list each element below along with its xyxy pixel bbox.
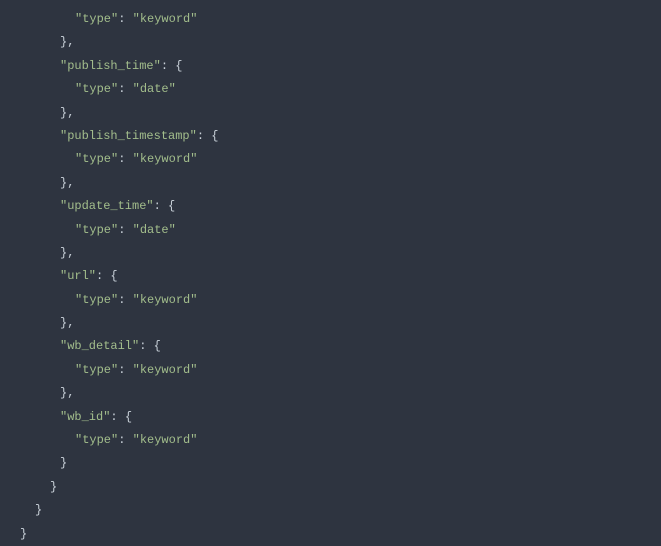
json-punct: }, [60, 246, 74, 260]
code-line: }, [0, 382, 661, 405]
json-punct: : { [139, 339, 161, 353]
json-string: "type" [75, 433, 118, 447]
json-punct: } [50, 480, 57, 494]
json-string: "date" [133, 223, 176, 237]
json-punct: : [118, 12, 132, 26]
code-line: "type": "keyword" [0, 148, 661, 171]
json-punct: : [118, 152, 132, 166]
json-string: "update_time" [60, 199, 154, 213]
code-line: "wb_detail": { [0, 335, 661, 358]
code-line: "type": "date" [0, 78, 661, 101]
json-string: "keyword" [133, 363, 198, 377]
json-string: "publish_time" [60, 59, 161, 73]
code-line: }, [0, 312, 661, 335]
json-punct: : [118, 363, 132, 377]
json-punct: : { [161, 59, 183, 73]
json-string: "wb_id" [60, 410, 110, 424]
json-punct: : { [110, 410, 132, 424]
json-string: "type" [75, 152, 118, 166]
json-punct: : [118, 82, 132, 96]
json-string: "wb_detail" [60, 339, 139, 353]
code-line: "publish_timestamp": { [0, 125, 661, 148]
code-line: "type": "keyword" [0, 8, 661, 31]
code-line: } [0, 476, 661, 499]
json-string: "date" [133, 82, 176, 96]
json-punct: }, [60, 106, 74, 120]
code-line: "type": "keyword" [0, 429, 661, 452]
json-string: "type" [75, 12, 118, 26]
json-punct: }, [60, 35, 74, 49]
json-string: "type" [75, 223, 118, 237]
json-string: "url" [60, 269, 96, 283]
code-line: }, [0, 242, 661, 265]
code-line: } [0, 499, 661, 522]
json-string: "keyword" [133, 293, 198, 307]
json-punct: }, [60, 386, 74, 400]
json-punct: : [118, 223, 132, 237]
code-line: } [0, 452, 661, 475]
json-punct: : [118, 433, 132, 447]
code-line: }, [0, 102, 661, 125]
json-punct: : { [197, 129, 219, 143]
json-punct: : { [96, 269, 118, 283]
json-punct: : { [154, 199, 176, 213]
json-punct: }, [60, 176, 74, 190]
code-line: }, [0, 172, 661, 195]
json-string: "keyword" [133, 12, 198, 26]
json-string: "keyword" [133, 152, 198, 166]
code-line: "url": { [0, 265, 661, 288]
json-string: "keyword" [133, 433, 198, 447]
json-punct: } [20, 527, 27, 541]
json-punct: : [118, 293, 132, 307]
code-line: } [0, 523, 661, 546]
json-string: "type" [75, 293, 118, 307]
code-line: "type": "date" [0, 219, 661, 242]
json-string: "type" [75, 363, 118, 377]
code-block: "type": "keyword"},"publish_time": {"typ… [0, 8, 661, 546]
code-line: }, [0, 31, 661, 54]
code-line: "type": "keyword" [0, 359, 661, 382]
code-line: "publish_time": { [0, 55, 661, 78]
json-punct: } [35, 503, 42, 517]
code-line: "type": "keyword" [0, 289, 661, 312]
code-line: "update_time": { [0, 195, 661, 218]
json-punct: }, [60, 316, 74, 330]
json-string: "publish_timestamp" [60, 129, 197, 143]
code-line: "wb_id": { [0, 406, 661, 429]
json-string: "type" [75, 82, 118, 96]
json-punct: } [60, 456, 67, 470]
